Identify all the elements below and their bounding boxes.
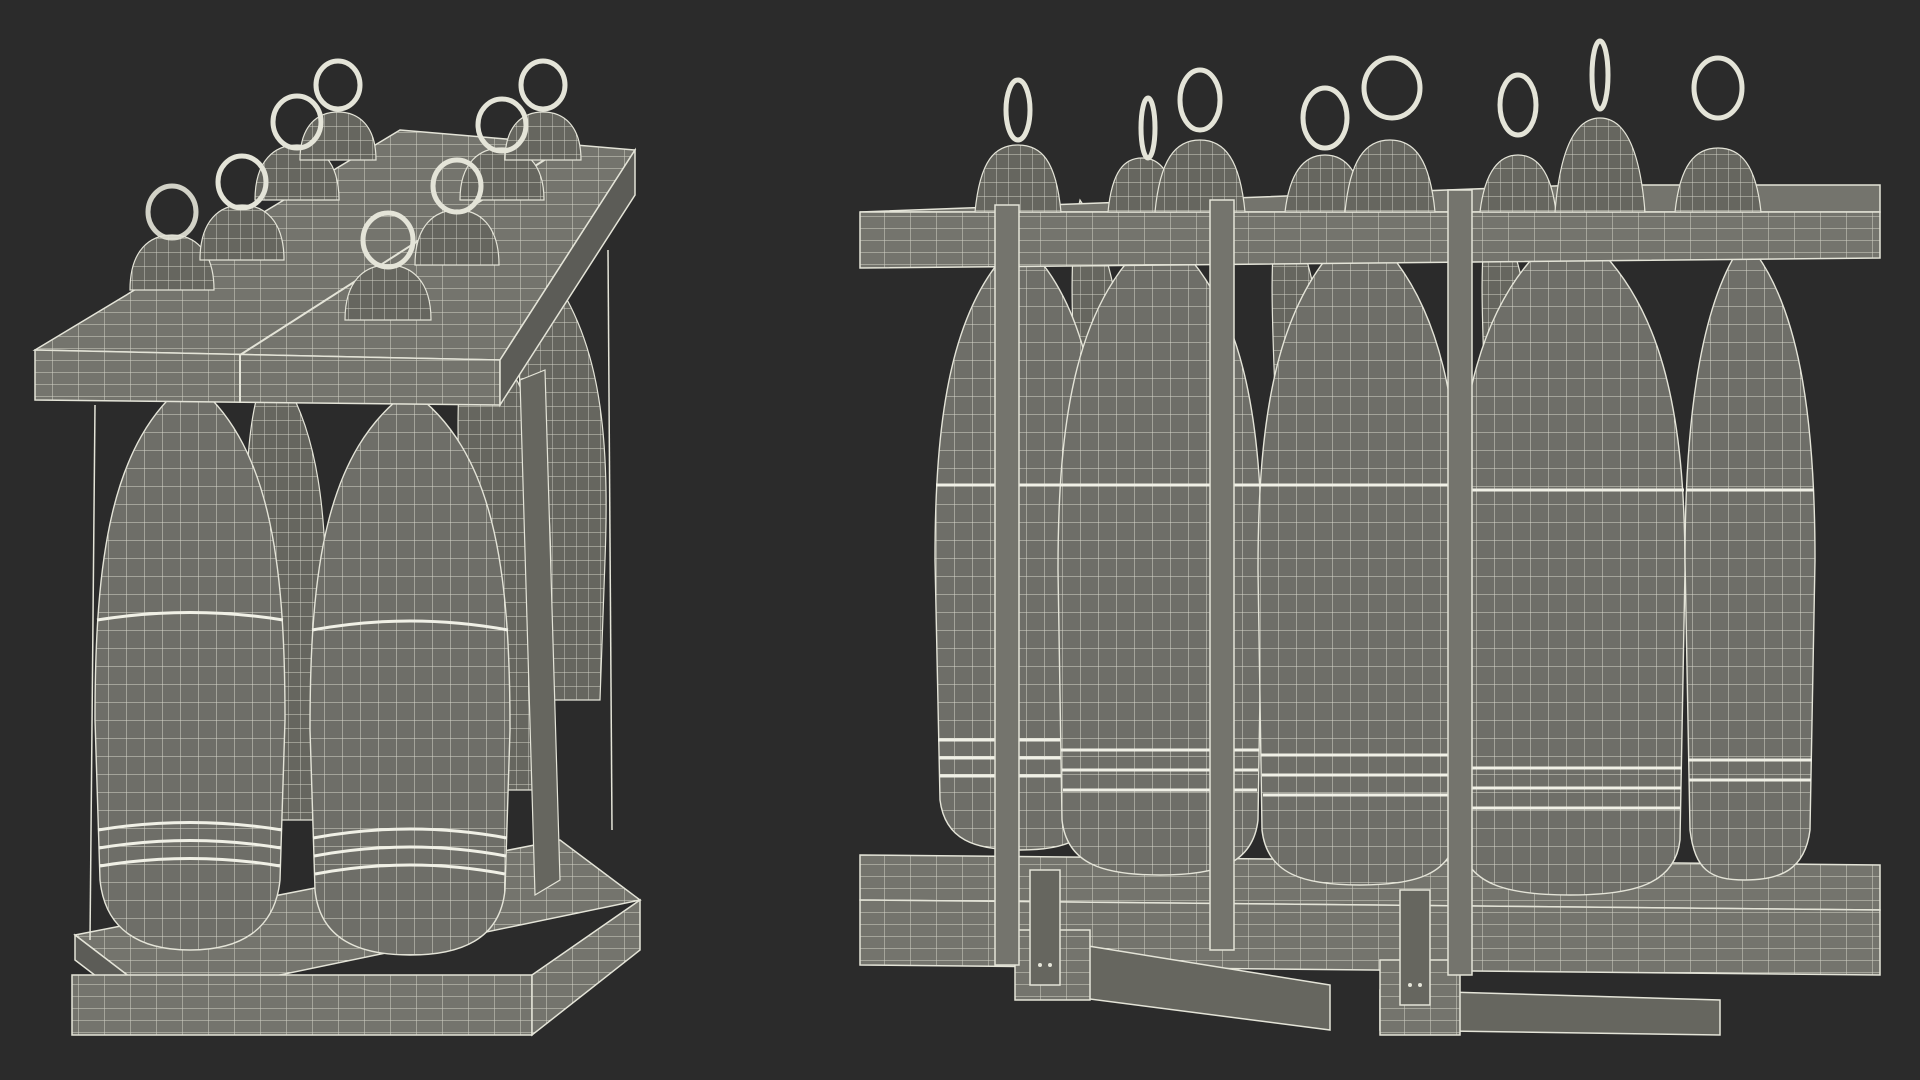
render-viewport [0, 0, 1920, 1080]
nose-cone [974, 117, 1762, 213]
pallet-view-front [859, 38, 1881, 1036]
wireframe-render [32, 38, 1881, 1037]
pallet-view-angled [32, 58, 642, 1037]
shell [1684, 238, 1816, 881]
lifting-ring [1003, 38, 1745, 161]
